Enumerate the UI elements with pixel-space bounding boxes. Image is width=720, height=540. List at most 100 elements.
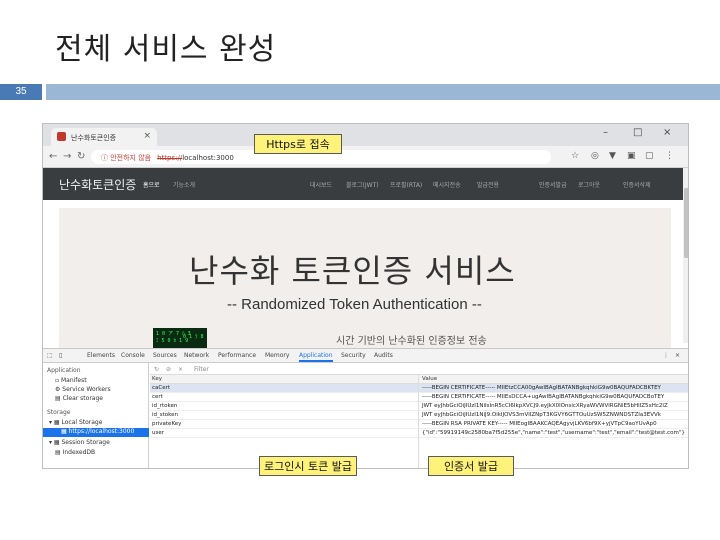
sidebar-item-label: Local Storage [61, 419, 103, 426]
row-key: id_rtoken [152, 403, 178, 409]
devtools-close-icon[interactable]: × [675, 352, 680, 359]
not-secure-label: ⓘ 안전하지 않음 [101, 154, 152, 162]
menu-icon[interactable]: ⋮ [665, 151, 674, 161]
row-key: privateKey [152, 421, 182, 427]
pocket-icon[interactable]: ▼ [609, 151, 616, 161]
callout-cert-issue: 인증서 발급 [428, 456, 514, 476]
clear-icon[interactable]: ⊘ [166, 366, 171, 373]
devtools-tab-audits[interactable]: Audits [374, 352, 393, 359]
close-window-icon[interactable]: × [663, 127, 671, 138]
devtools-tab-elements[interactable]: Elements [87, 352, 115, 359]
hero-section: 난수화 토큰인증 서비스 -- Randomized Token Authent… [59, 208, 671, 348]
sidebar-item-manifest[interactable]: ▫ Manifest [55, 377, 87, 384]
arrow-left-icon[interactable]: ← [49, 151, 57, 162]
row-value: JWT eyJhbGciOiJIUzI1NiIsInR5cCI6IkpXVCJ9… [422, 403, 668, 409]
filter-bar: ↻ ⊘ × Filter [150, 363, 688, 375]
column-header-key[interactable]: Key [152, 376, 162, 382]
browser-tabbar: 난수화토큰인증 × – □ × [43, 124, 688, 146]
devtools-tab-security[interactable]: Security [341, 352, 366, 359]
column-header-value[interactable]: Value [422, 376, 437, 382]
page-scrollbar[interactable] [683, 168, 688, 343]
callout-login-token: 로그인시 토큰 발급 [259, 456, 357, 476]
sidebar-item-label: Service Workers [62, 386, 111, 393]
table-row[interactable]: id_stoken JWT eyJhbGciOiJIUzI1NiJ9.OikIJ… [150, 411, 688, 420]
row-key: cert [152, 394, 163, 400]
table-row[interactable]: cert -----BEGIN CERTIFICATE----- MIIEsDC… [150, 393, 688, 402]
address-bar-row: ← → ↻ ⓘ 안전하지 않음 https://localhost:3000 ☆ … [43, 146, 688, 168]
sidebar-storage-header: Storage [47, 409, 71, 416]
nav-cert-issue[interactable]: 인증서발급 [539, 180, 567, 189]
page-scroll-thumb[interactable] [684, 188, 688, 258]
site-favicon-icon [57, 132, 66, 141]
sidebar-item-localhost-storage[interactable]: ▦ https://localhost:3000 [43, 428, 149, 437]
expand-arrow-icon[interactable]: ▾ ▦ [49, 439, 62, 446]
devtools-tab-performance[interactable]: Performance [218, 352, 256, 359]
database-icon: ▤ [55, 449, 63, 456]
browser-tab[interactable]: 난수화토큰인증 × [51, 128, 157, 146]
nav-send-message[interactable]: 메시지전송 [433, 180, 461, 189]
sidebar-item-local-storage[interactable]: ▾ ▦ Local Storage [49, 419, 102, 426]
table-row[interactable]: user {"id":"59919149c2580ba7f5d255e","na… [150, 429, 688, 438]
delete-icon[interactable]: × [178, 366, 183, 373]
refresh-icon[interactable]: ↻ [154, 366, 159, 373]
table-row[interactable]: privateKey -----BEGIN RSA PRIVATE KEY---… [150, 420, 688, 429]
site-brand[interactable]: 난수화토큰인증 [59, 176, 136, 193]
nav-cert-delete[interactable]: 인증서삭제 [623, 180, 651, 189]
matrix-code-image: 1 0 ア 7 ﾊ 3 ﾐ 5 0 ｶ 1 9 0 1 ﾗ 8 [153, 328, 207, 348]
sidebar-item-indexeddb[interactable]: ▤ IndexedDB [55, 449, 95, 456]
tab-title: 난수화토큰인증 [71, 134, 117, 142]
sidebar-item-clear-storage[interactable]: ▤ Clear storage [55, 395, 103, 402]
devtools-tab-network[interactable]: Network [184, 352, 209, 359]
devtools-tab-sources[interactable]: Sources [153, 352, 177, 359]
nav-issue-only[interactable]: 발급전용 [477, 180, 499, 189]
devtools-tab-console[interactable]: Console [121, 352, 145, 359]
tab-close-icon[interactable]: × [143, 131, 151, 141]
devtools-sidebar: Application ▫ Manifest ⚙ Service Workers… [43, 363, 149, 468]
row-key: id_stoken [152, 412, 179, 418]
sidebar-item-label: IndexedDB [62, 449, 96, 456]
row-value: {"id":"59919149c2580ba7f5d255e","name":"… [422, 430, 685, 436]
devtools-device-icon[interactable]: ▯ [59, 352, 62, 359]
storage-table-panel: ↻ ⊘ × Filter Key Value caCert -----BEGIN… [150, 363, 688, 468]
storage-grid-icon: ▦ [61, 428, 69, 435]
nav-dashboard[interactable]: 대시보드 [310, 180, 332, 189]
filter-input[interactable]: Filter [194, 366, 209, 373]
table-row[interactable]: caCert -----BEGIN CERTIFICATE----- MIIEt… [150, 384, 688, 393]
reload-icon[interactable]: ↻ [77, 151, 85, 162]
expand-arrow-icon[interactable]: ▾ ▦ [49, 419, 62, 426]
devtools-tab-application[interactable]: Application [299, 352, 333, 362]
url-scheme: https:// [157, 154, 183, 162]
sidebar-item-session-storage[interactable]: ▾ ▦ Session Storage [49, 439, 110, 446]
row-value: JWT eyJhbGciOiJIUzI1NiJ9.OikIJOVS3mVlIZN… [422, 412, 661, 418]
slide-number: 35 [0, 84, 42, 100]
minimize-icon[interactable]: – [603, 127, 608, 138]
table-row[interactable]: id_rtoken JWT eyJhbGciOiJIUzI1NiIsInR5cC… [150, 402, 688, 411]
devtools-more-icon[interactable]: ⋮ [663, 352, 669, 359]
sidebar-item-label: Manifest [60, 377, 87, 384]
site-navbar: 난수화토큰인증 홈으로 기능소개 대시보드 블로그(JWT) 프로필(RTA) … [43, 168, 683, 200]
devtools-tab-memory[interactable]: Memory [265, 352, 289, 359]
cast-icon[interactable]: ▢ [645, 151, 654, 161]
slide-header-bar: 35 [0, 84, 720, 100]
nav-blog-jwt[interactable]: 블로그(JWT) [346, 180, 379, 189]
pdf-icon[interactable]: ▣ [627, 151, 636, 161]
arrow-right-icon[interactable]: → [63, 151, 71, 162]
sidebar-item-service-workers[interactable]: ⚙ Service Workers [55, 386, 111, 393]
maximize-icon[interactable]: □ [633, 127, 642, 138]
database-icon: ▤ [55, 395, 63, 402]
nav-logout[interactable]: 로그아웃 [578, 180, 600, 189]
sidebar-item-label: Session Storage [61, 439, 110, 446]
url-host: localhost:3000 [182, 154, 234, 162]
row-value: -----BEGIN CERTIFICATE----- MIIEtzCCA00g… [422, 385, 661, 391]
star-icon[interactable]: ☆ [571, 151, 579, 161]
table-header: Key Value [150, 375, 688, 384]
row-value: -----BEGIN RSA PRIVATE KEY----- MIIEogIB… [422, 421, 657, 427]
nav-home[interactable]: 홈으로 [143, 180, 160, 189]
nav-features[interactable]: 기능소개 [173, 180, 195, 189]
sidebar-item-label: https://localhost:3000 [68, 428, 135, 435]
extension-icon[interactable]: ◎ [591, 151, 599, 161]
row-key: caCert [152, 385, 171, 391]
column-divider[interactable] [418, 375, 419, 468]
devtools-inspect-icon[interactable]: ⬚ [47, 352, 53, 359]
nav-profile-rta[interactable]: 프로필(RTA) [390, 180, 422, 189]
